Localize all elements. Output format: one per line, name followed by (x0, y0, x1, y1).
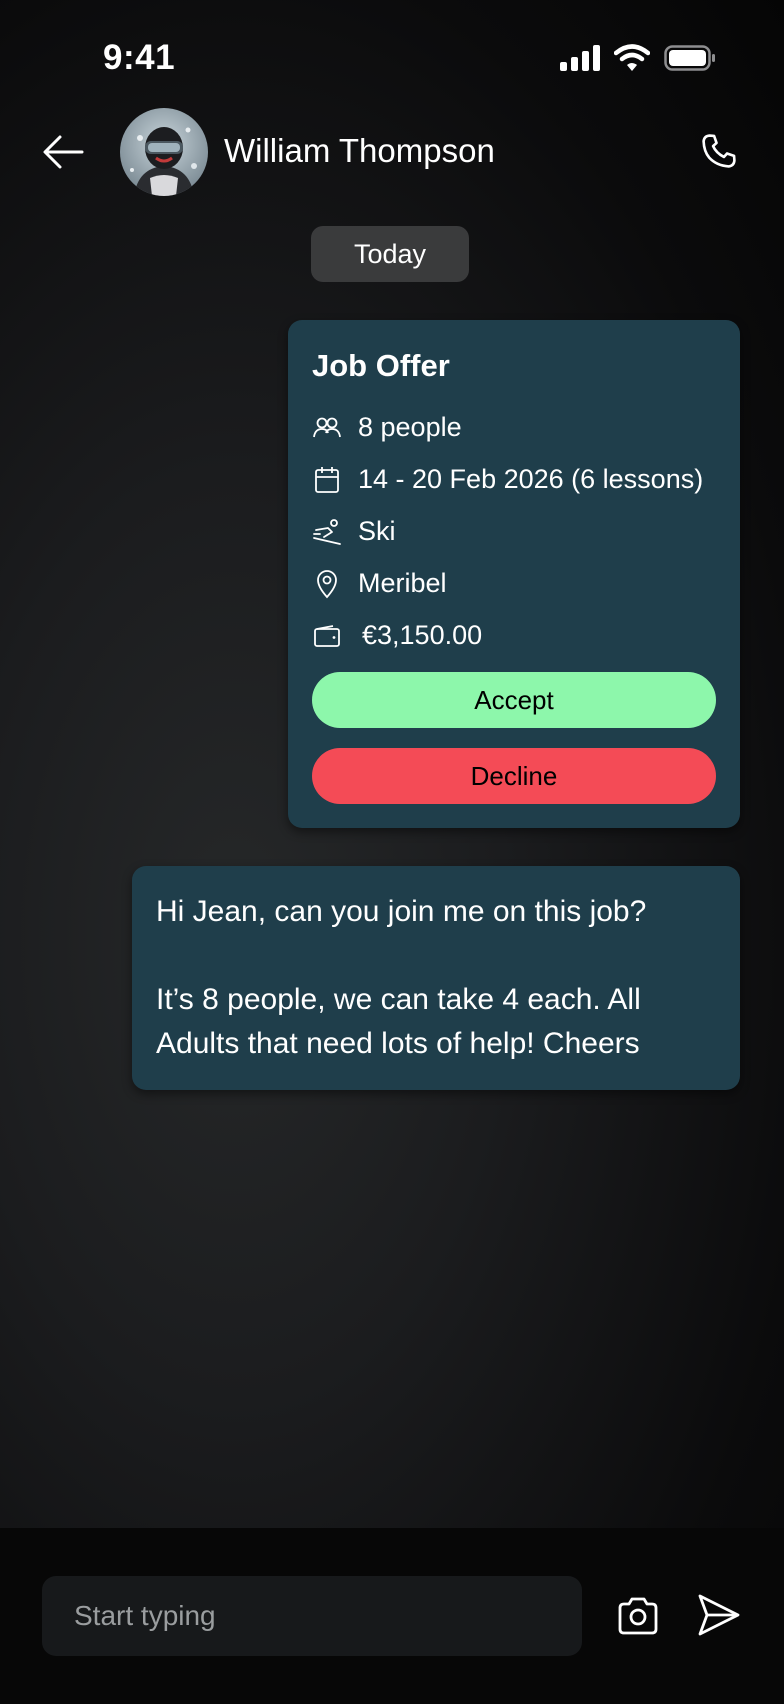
status-time: 9:41 (103, 38, 176, 77)
camera-button[interactable] (616, 1596, 660, 1636)
sport-type: Ski (358, 516, 396, 546)
contact-name[interactable]: William Thompson (224, 132, 495, 170)
date-divider: Today (311, 226, 469, 282)
location-row: Meribel (312, 568, 447, 599)
status-icons (560, 44, 716, 72)
message-text: Hi Jean, can you join me on this job? It… (156, 895, 647, 1060)
message-bubble: Hi Jean, can you join me on this job? It… (132, 866, 740, 1090)
sport-row: Ski (312, 516, 396, 547)
job-dates: 14 - 20 Feb 2026 (6 lessons) (358, 464, 704, 494)
location-pin-icon (312, 569, 342, 599)
battery-icon (664, 45, 715, 71)
wallet-icon (312, 621, 342, 651)
price-row: €3,150.00 (312, 620, 482, 651)
avatar-image (120, 108, 208, 196)
call-button[interactable] (698, 130, 740, 172)
arrow-left-icon (43, 135, 84, 169)
calendar-icon (312, 465, 342, 495)
job-offer-title: Job Offer (312, 348, 450, 383)
job-offer-card: Job Offer 8 people 14 - 20 Feb 2026 (6 l… (288, 320, 740, 828)
location-name: Meribel (358, 568, 447, 598)
message-input[interactable] (42, 1576, 582, 1656)
people-row: 8 people (312, 412, 462, 443)
people-icon (312, 413, 342, 443)
send-icon (698, 1594, 740, 1636)
send-button[interactable] (696, 1592, 742, 1638)
phone-icon (702, 134, 736, 168)
cellular-signal-icon (560, 45, 600, 71)
accept-button[interactable]: Accept (312, 672, 716, 728)
back-button[interactable] (42, 132, 84, 172)
camera-icon (618, 1597, 658, 1635)
dates-row: 14 - 20 Feb 2026 (6 lessons) (312, 464, 703, 495)
price: €3,150.00 (362, 620, 483, 650)
wifi-icon (614, 44, 650, 71)
avatar[interactable] (120, 108, 208, 196)
skier-icon (312, 517, 342, 547)
decline-button[interactable]: Decline (312, 748, 716, 804)
people-count: 8 people (358, 412, 462, 442)
